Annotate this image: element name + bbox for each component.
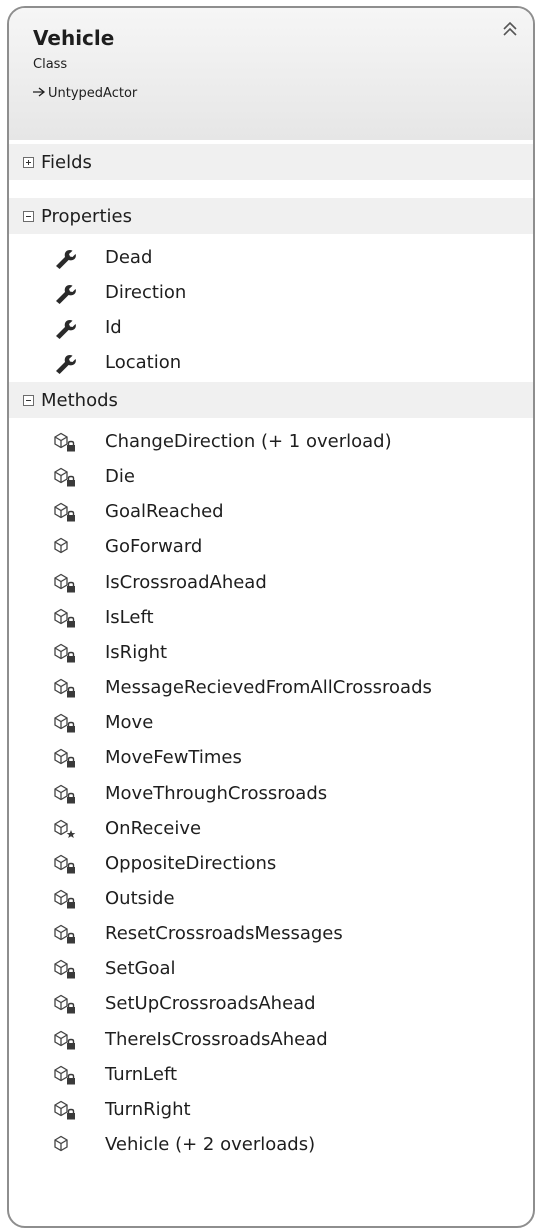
method-item[interactable]: GoalReached — [9, 495, 533, 529]
method-item[interactable]: MoveFewTimes — [9, 741, 533, 775]
method-item[interactable]: MoveThroughCrossroads — [9, 777, 533, 811]
method-item-name: ResetCrossroadsMessages — [105, 923, 343, 945]
inheritance-arrow-icon — [33, 86, 48, 101]
wrench-icon — [53, 247, 77, 269]
method-item-name: IsLeft — [105, 606, 154, 628]
private-method-icon — [53, 572, 77, 594]
section-label: Methods — [41, 389, 118, 411]
method-item[interactable]: OppositeDirections — [9, 847, 533, 881]
wrench-icon — [53, 317, 77, 339]
method-item[interactable]: ChangeDirection (+ 1 overload) — [9, 425, 533, 459]
method-item[interactable]: MessageRecievedFromAllCrossroads — [9, 671, 533, 705]
private-method-icon — [53, 1029, 77, 1051]
section-fields[interactable]: Fields — [9, 144, 533, 180]
private-method-icon — [53, 607, 77, 629]
method-item-name: Outside — [105, 887, 175, 909]
method-item[interactable]: Die — [9, 460, 533, 494]
private-method-icon — [53, 783, 77, 805]
expand-icon[interactable] — [23, 156, 34, 168]
section-label: Properties — [41, 205, 132, 227]
method-item-name: TurnRight — [105, 1098, 191, 1120]
public-method-icon — [53, 536, 77, 558]
collapse-icon[interactable] — [23, 394, 34, 406]
public-method-icon — [53, 1134, 77, 1156]
private-method-icon — [53, 1099, 77, 1121]
property-item[interactable]: Id — [9, 311, 533, 345]
private-method-icon — [53, 958, 77, 980]
method-item-name: IsCrossroadAhead — [105, 571, 267, 593]
property-item[interactable]: Direction — [9, 276, 533, 310]
private-method-icon — [53, 466, 77, 488]
method-item-name: SetUpCrossroadsAhead — [105, 993, 316, 1015]
private-method-icon — [53, 642, 77, 664]
method-item-name: ChangeDirection (+ 1 overload) — [105, 431, 392, 452]
private-method-icon — [53, 747, 77, 769]
private-method-icon — [53, 1064, 77, 1086]
class-name: Vehicle — [33, 26, 115, 50]
section-label: Fields — [41, 151, 92, 173]
base-class-name: UntypedActor — [48, 86, 138, 101]
section-properties[interactable]: Properties — [9, 198, 533, 234]
method-item-name: Die — [105, 466, 135, 488]
method-item[interactable]: IsCrossroadAhead — [9, 566, 533, 600]
method-item[interactable]: Move — [9, 706, 533, 740]
method-item-name: MessageRecievedFromAllCrossroads — [105, 677, 432, 699]
private-method-icon — [53, 853, 77, 875]
method-item-name: Move — [105, 712, 154, 734]
class-kind: Class — [33, 57, 68, 72]
method-item-name: OppositeDirections — [105, 852, 277, 874]
method-item[interactable]: Outside — [9, 882, 533, 916]
private-method-icon — [53, 501, 77, 523]
private-method-icon — [53, 923, 77, 945]
class-shape-vehicle[interactable]: Vehicle Class UntypedActor Fields Proper… — [7, 6, 535, 1228]
method-item[interactable]: ThereIsCrossroadsAhead — [9, 1023, 533, 1057]
private-method-icon — [53, 888, 77, 910]
section-methods[interactable]: Methods — [9, 382, 533, 418]
method-item[interactable]: SetUpCrossroadsAhead — [9, 987, 533, 1021]
wrench-icon — [53, 282, 77, 304]
method-item-name: IsRight — [105, 641, 168, 663]
method-item-name: SetGoal — [105, 958, 176, 980]
collapse-chevrons-icon[interactable] — [501, 20, 519, 38]
method-item-name: Vehicle (+ 2 overloads) — [105, 1134, 316, 1155]
property-item[interactable]: Location — [9, 346, 533, 380]
method-item[interactable]: ResetCrossroadsMessages — [9, 917, 533, 951]
private-method-icon — [53, 712, 77, 734]
property-item-name: Id — [105, 317, 122, 338]
property-item-name: Location — [105, 352, 182, 373]
base-class: UntypedActor — [33, 86, 137, 101]
method-item[interactable]: Vehicle (+ 2 overloads) — [9, 1128, 533, 1162]
property-item-name: Direction — [105, 282, 187, 303]
method-item-name: MoveThroughCrossroads — [105, 782, 328, 804]
method-item[interactable]: OnReceive — [9, 812, 533, 846]
private-method-icon — [53, 431, 77, 453]
method-item-name: OnReceive — [105, 817, 202, 839]
method-item[interactable]: IsLeft — [9, 601, 533, 635]
method-item-name: MoveFewTimes — [105, 747, 242, 769]
collapse-icon[interactable] — [23, 210, 34, 222]
private-method-icon — [53, 677, 77, 699]
method-item[interactable]: IsRight — [9, 636, 533, 670]
property-item-name: Dead — [105, 247, 153, 268]
private-method-icon — [53, 993, 77, 1015]
method-item[interactable]: TurnRight — [9, 1093, 533, 1127]
method-item[interactable]: GoForward — [9, 530, 533, 564]
protected-method-icon — [53, 818, 77, 840]
wrench-icon — [53, 352, 77, 374]
method-item[interactable]: SetGoal — [9, 952, 533, 986]
method-item[interactable]: TurnLeft — [9, 1058, 533, 1092]
method-item-name: GoForward — [105, 536, 203, 558]
class-header: Vehicle Class UntypedActor — [9, 8, 533, 142]
method-item-name: ThereIsCrossroadsAhead — [105, 1028, 328, 1050]
method-item-name: GoalReached — [105, 501, 224, 523]
property-item[interactable]: Dead — [9, 241, 533, 275]
method-item-name: TurnLeft — [105, 1063, 178, 1085]
